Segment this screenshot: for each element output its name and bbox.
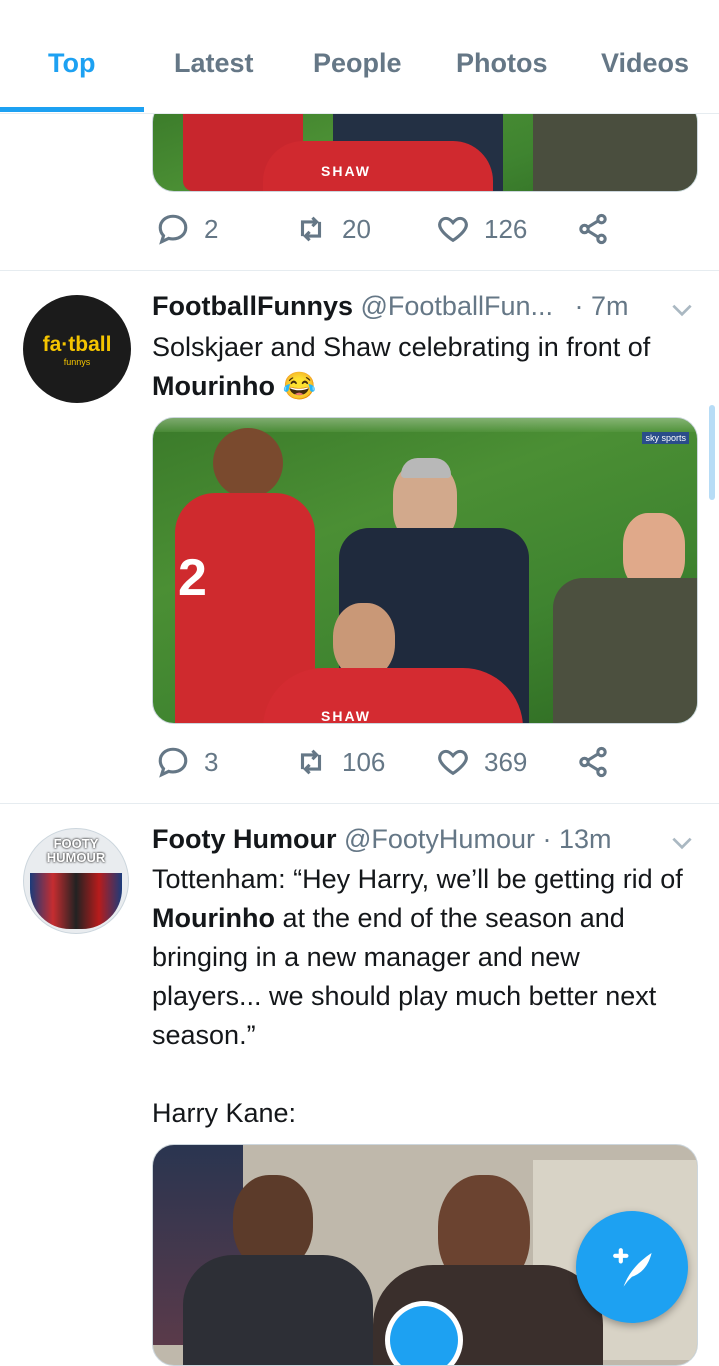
tweet-menu-button[interactable] bbox=[669, 830, 695, 856]
like-icon bbox=[438, 749, 468, 776]
avatar-players bbox=[30, 873, 122, 929]
reply-icon bbox=[158, 747, 188, 778]
reply-count: 3 bbox=[204, 746, 219, 777]
manager-hair bbox=[401, 458, 451, 478]
tweet-text-part: Solskjaer and Shaw celebrating in front … bbox=[152, 332, 651, 362]
player-head bbox=[333, 603, 395, 678]
chevron-down-icon bbox=[672, 304, 692, 317]
like-button[interactable]: 126 bbox=[436, 212, 527, 246]
tweet-header: FootballFunnys @FootballFun... · 7m bbox=[152, 291, 692, 322]
author-name[interactable]: Footy Humour bbox=[152, 824, 336, 854]
tweet-text-line: Harry Kane: bbox=[152, 1098, 297, 1128]
tweet-actions: 2 20 126 bbox=[152, 212, 622, 252]
tv-watermark: sky sports bbox=[642, 432, 689, 444]
tweet-divider bbox=[0, 803, 719, 804]
avatar-logo-text: FOOTY HUMOUR bbox=[46, 836, 106, 865]
avatar-logo-text: fa·tball bbox=[42, 333, 112, 356]
reply-button[interactable]: 3 bbox=[156, 745, 218, 779]
tab-top[interactable]: Top bbox=[48, 48, 95, 79]
share-button[interactable] bbox=[576, 212, 610, 246]
like-count: 126 bbox=[484, 213, 528, 244]
compose-icon bbox=[613, 1248, 652, 1287]
share-icon bbox=[579, 213, 607, 245]
tweet-text-bold: Mourinho bbox=[152, 371, 275, 401]
player-shape bbox=[263, 141, 493, 191]
avatar-logo-sub: funnys bbox=[63, 357, 91, 367]
tab-videos[interactable]: Videos bbox=[601, 48, 689, 79]
like-count: 369 bbox=[484, 746, 528, 777]
reply-icon bbox=[158, 214, 188, 245]
tweet-text-part: Tottenham: “Hey Harry, we’ll be getting … bbox=[152, 864, 683, 894]
tweet-text-bold: Mourinho bbox=[152, 903, 275, 933]
author-name[interactable]: FootballFunnys bbox=[152, 291, 353, 321]
chevron-down-icon bbox=[672, 837, 692, 850]
tweet-text: Solskjaer and Shaw celebrating in front … bbox=[152, 328, 692, 406]
retweet-count: 20 bbox=[342, 213, 371, 244]
avatar[interactable]: FOOTY HUMOUR bbox=[23, 828, 129, 934]
tweet-actions: 3 106 369 bbox=[152, 745, 622, 785]
like-button[interactable]: 369 bbox=[436, 745, 527, 779]
author-handle[interactable]: @FootyHumour bbox=[344, 824, 535, 854]
person-shape bbox=[183, 1255, 373, 1365]
tweet-image[interactable]: sky sports 2 SHAW bbox=[152, 417, 698, 724]
emoji: 😂 bbox=[282, 371, 317, 401]
tweet-time: · 13m bbox=[542, 824, 612, 854]
compose-tweet-button[interactable] bbox=[576, 1211, 688, 1323]
share-icon bbox=[579, 746, 607, 778]
avatar[interactable]: fa·tball funnys bbox=[23, 295, 131, 403]
player-shape bbox=[263, 668, 523, 723]
shirt-number: 2 bbox=[178, 549, 207, 607]
shirt-label: SHAW bbox=[321, 708, 371, 724]
retweet-icon bbox=[300, 749, 322, 775]
tab-people[interactable]: People bbox=[313, 48, 402, 79]
like-icon bbox=[438, 216, 468, 243]
retweet-button[interactable]: 20 bbox=[294, 212, 371, 246]
tweet-text: Tottenham: “Hey Harry, we’ll be getting … bbox=[152, 860, 692, 1055]
player-head bbox=[213, 428, 283, 498]
retweet-count: 106 bbox=[342, 746, 386, 777]
retweet-button[interactable]: 106 bbox=[294, 745, 385, 779]
shirt-label: SHAW bbox=[321, 163, 371, 179]
scrollbar-thumb[interactable] bbox=[709, 405, 715, 500]
tweet-divider bbox=[0, 270, 719, 271]
retweet-icon bbox=[300, 216, 322, 242]
tweet-time: · 7m bbox=[574, 291, 629, 321]
author-handle[interactable]: @FootballFun... bbox=[361, 291, 554, 321]
tweet-menu-button[interactable] bbox=[669, 297, 695, 323]
coach-shape bbox=[553, 578, 697, 723]
tab-photos[interactable]: Photos bbox=[456, 48, 548, 79]
tab-latest[interactable]: Latest bbox=[174, 48, 254, 79]
active-tab-indicator bbox=[0, 107, 144, 112]
play-icon bbox=[390, 1306, 458, 1365]
manager-shape bbox=[533, 101, 697, 191]
search-tabs: Top Latest People Photos Videos bbox=[0, 0, 719, 114]
tweet-header: Footy Humour @FootyHumour · 13m bbox=[152, 824, 692, 855]
reply-count: 2 bbox=[204, 213, 219, 244]
reply-button[interactable]: 2 bbox=[156, 212, 218, 246]
share-button[interactable] bbox=[576, 745, 610, 779]
